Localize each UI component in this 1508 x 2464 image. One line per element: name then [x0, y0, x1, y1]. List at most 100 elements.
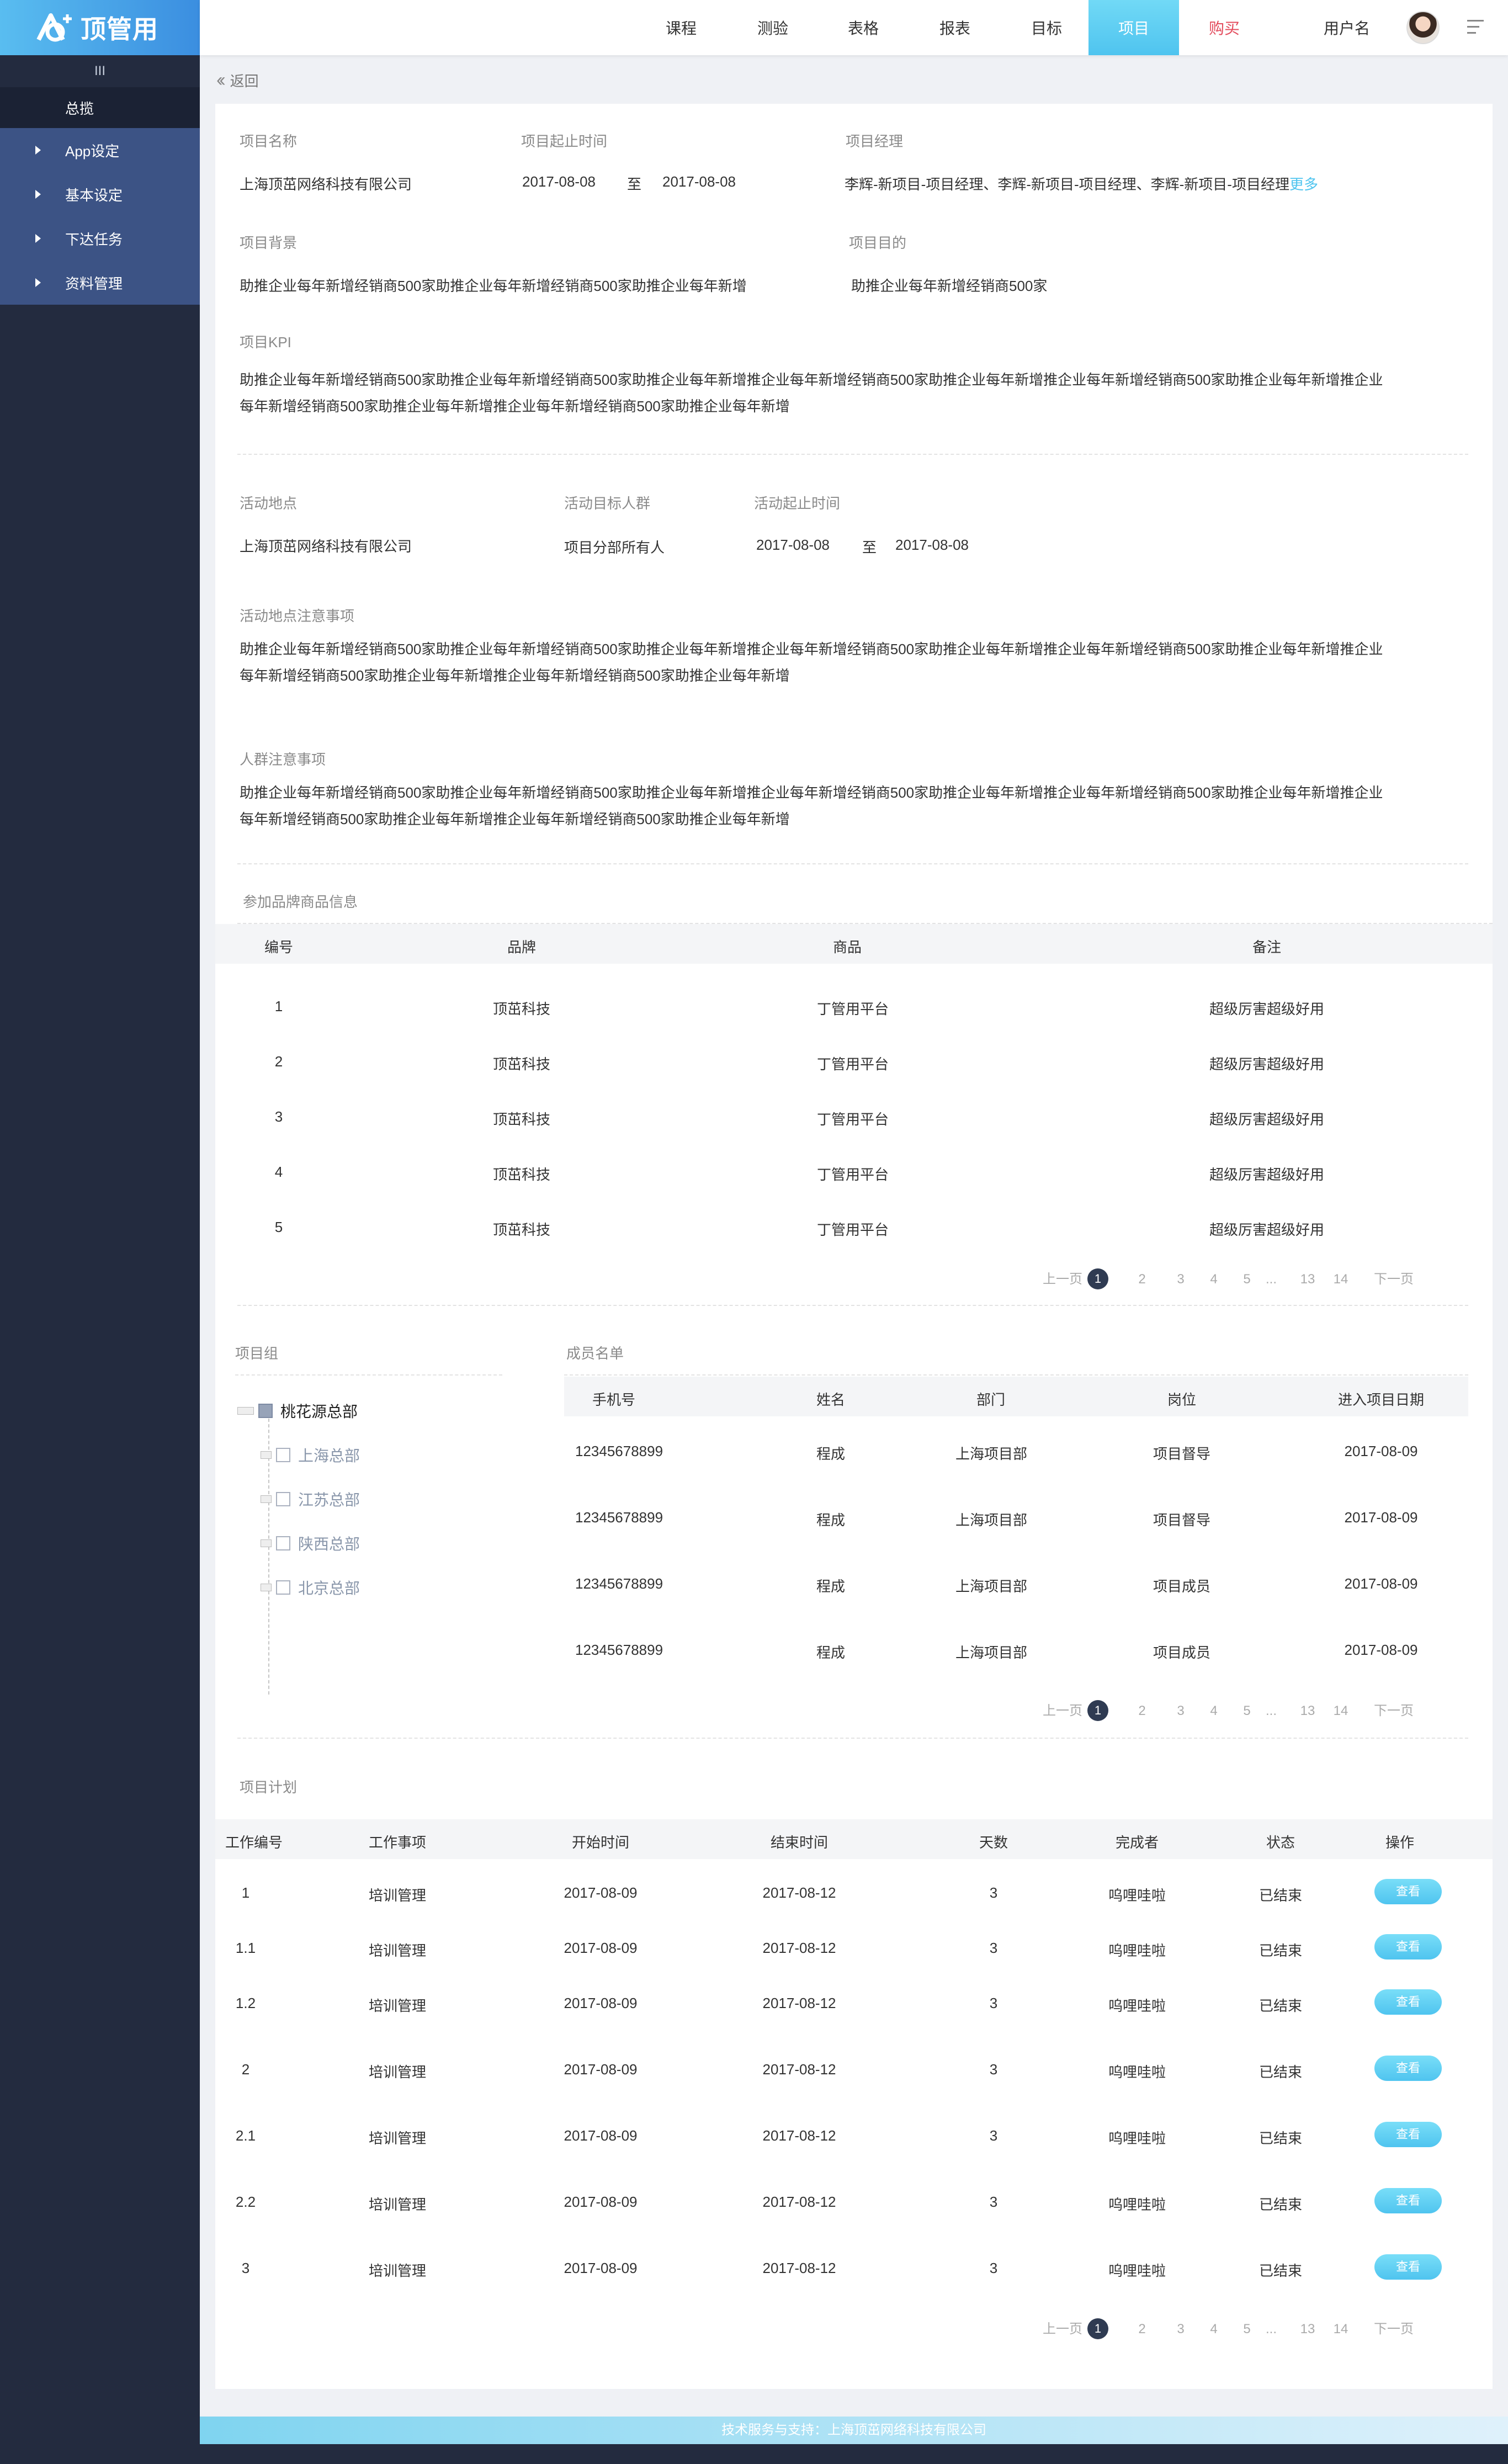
table-cell: 顶茁科技 [492, 1001, 550, 1017]
prev-page-button[interactable]: 上一页 [1038, 2318, 1087, 2340]
page-button[interactable]: 1 [1087, 1268, 1108, 1289]
next-page-button[interactable]: 下一页 [1369, 1268, 1419, 1291]
sidebar-collapse-toggle[interactable]: III [0, 55, 200, 87]
col-header: 结束时间 [770, 1834, 828, 1851]
page-button[interactable]: 13 [1297, 1268, 1318, 1291]
project-manager-label: 项目经理 [846, 133, 904, 150]
table-cell: 顶茁科技 [492, 1222, 550, 1238]
sidebar-item-app-settings[interactable]: App设定 [0, 128, 200, 172]
nav-quiz[interactable]: 测验 [728, 0, 818, 55]
next-page-button[interactable]: 下一页 [1369, 1700, 1419, 1722]
page-button[interactable]: 3 [1170, 1268, 1191, 1291]
sidebar-item-overview[interactable]: 总揽 [0, 87, 200, 128]
table-cell: 2017-08-12 [762, 2061, 836, 2078]
page-button[interactable]: 2 [1132, 1700, 1153, 1722]
tree-node-root[interactable]: 桃花源总部 [237, 1400, 358, 1422]
page-button[interactable]: 5 [1236, 2318, 1257, 2340]
table-cell: 2017-08-09 [1344, 1575, 1418, 1592]
tree-node-child[interactable]: 上海总部 [261, 1444, 360, 1466]
table-cell: 3 [241, 2260, 250, 2276]
table-cell: 2017-08-09 [564, 2194, 638, 2210]
page-button[interactable]: 13 [1297, 2318, 1318, 2340]
page-button[interactable]: 3 [1170, 1700, 1191, 1722]
menu-icon[interactable] [1467, 20, 1484, 35]
back-button[interactable]: ‹‹ 返回 [216, 70, 259, 91]
prev-page-button[interactable]: 上一页 [1038, 1268, 1087, 1291]
table-cell: 项目督导 [1153, 1512, 1210, 1528]
nav-courses[interactable]: 课程 [636, 0, 726, 55]
col-header: 品牌 [507, 939, 536, 955]
table-cell: 丁管用平台 [817, 1111, 889, 1128]
activity-place: 上海顶茁网络科技有限公司 [240, 538, 412, 555]
table-cell: 12345678899 [575, 1642, 663, 1658]
page-button[interactable]: 2 [1132, 2318, 1153, 2340]
brands-table-header: 编号 品牌 商品 备注 [215, 924, 1493, 964]
more-link[interactable]: 更多 [1289, 176, 1318, 193]
page-button[interactable]: 13 [1297, 1700, 1318, 1722]
view-button[interactable]: 查看 [1374, 1879, 1442, 1904]
page-button[interactable]: 3 [1170, 2318, 1191, 2340]
table-cell: 程成 [816, 1644, 845, 1661]
page-button[interactable]: 4 [1203, 1700, 1224, 1722]
tree-node-label: 江苏总部 [298, 1491, 360, 1509]
page-button[interactable]: 4 [1203, 2318, 1224, 2340]
table-cell: 2017-08-09 [564, 1884, 638, 1901]
caret-right-icon [35, 278, 41, 287]
col-header: 岗位 [1167, 1392, 1196, 1408]
page-button[interactable]: 1 [1087, 2318, 1108, 2339]
view-button[interactable]: 查看 [1374, 2122, 1442, 2147]
project-end-date: 2017-08-08 [662, 173, 736, 190]
activity-target: 项目分部所有人 [564, 539, 665, 556]
page-button[interactable]: 2 [1132, 1268, 1153, 1291]
nav-buy[interactable]: 购买 [1179, 0, 1270, 55]
avatar[interactable] [1406, 11, 1440, 44]
table-cell: 2017-08-09 [564, 1995, 638, 2011]
tree-branch-icon [261, 1495, 272, 1503]
nav-forms[interactable]: 表格 [818, 0, 909, 55]
project-name-label: 项目名称 [240, 133, 298, 150]
project-kpi-line: 助推企业每年新增经销商500家助推企业每年新增经销商500家助推企业每年新增推企… [240, 371, 1383, 388]
page-button[interactable]: 14 [1330, 1268, 1351, 1291]
view-button[interactable]: 查看 [1374, 1989, 1442, 2015]
tree-collapse-icon[interactable] [237, 1407, 254, 1415]
logo[interactable]: 顶管用 [0, 0, 200, 55]
page-button[interactable]: 4 [1203, 1268, 1224, 1291]
prev-page-button[interactable]: 上一页 [1038, 1700, 1087, 1722]
sidebar-item-documents[interactable]: 资料管理 [0, 261, 200, 305]
tree-node-child[interactable]: 陕西总部 [261, 1532, 360, 1554]
view-button[interactable]: 查看 [1374, 2254, 1442, 2280]
nav-reports[interactable]: 报表 [910, 0, 1000, 55]
page-button[interactable]: 5 [1236, 1268, 1257, 1291]
checkbox-icon[interactable] [276, 1580, 290, 1595]
tree-node-label: 北京总部 [298, 1580, 360, 1597]
col-header: 天数 [979, 1834, 1008, 1851]
next-page-button[interactable]: 下一页 [1369, 2318, 1419, 2340]
checkbox-icon[interactable] [276, 1536, 290, 1550]
project-kpi: 助推企业每年新增经销商500家助推企业每年新增经销商500家助推企业每年新增推企… [240, 367, 1383, 419]
page-button[interactable]: 14 [1330, 2318, 1351, 2340]
username[interactable]: 用户名 [1324, 0, 1370, 55]
activity-target-label: 活动目标人群 [564, 495, 651, 512]
nav-goals[interactable]: 目标 [1001, 0, 1092, 55]
page-button[interactable]: 14 [1330, 1700, 1351, 1722]
sidebar: 顶管用 III 总揽 App设定 基本设定 下达任务 资料管理 [0, 0, 200, 2464]
table-cell: 呜哩哇啦 [1108, 2263, 1166, 2279]
view-button[interactable]: 查看 [1374, 2056, 1442, 2081]
sidebar-item-assign-tasks[interactable]: 下达任务 [0, 216, 200, 261]
page-button[interactable]: 5 [1236, 1700, 1257, 1722]
tree-node-child[interactable]: 江苏总部 [261, 1488, 360, 1510]
view-button[interactable]: 查看 [1374, 1934, 1442, 1959]
checkbox-icon[interactable] [276, 1448, 290, 1462]
checkbox-partial-icon[interactable] [258, 1404, 273, 1418]
nav-projects[interactable]: 项目 [1088, 0, 1179, 55]
table-cell: 4 [274, 1164, 283, 1180]
table-cell: 2017-08-12 [762, 2127, 836, 2144]
page-button[interactable]: 1 [1087, 1700, 1108, 1721]
tree-node-label: 桃花源总部 [280, 1403, 358, 1420]
place-notes-line: 每年新增经销商500家助推企业每年新增推企业每年新增经销商500家助推企业每年新… [240, 667, 790, 684]
view-button[interactable]: 查看 [1374, 2188, 1442, 2213]
tree-node-child[interactable]: 北京总部 [261, 1576, 360, 1599]
checkbox-icon[interactable] [276, 1492, 290, 1506]
back-label: 返回 [230, 73, 259, 89]
sidebar-item-basic-settings[interactable]: 基本设定 [0, 172, 200, 216]
